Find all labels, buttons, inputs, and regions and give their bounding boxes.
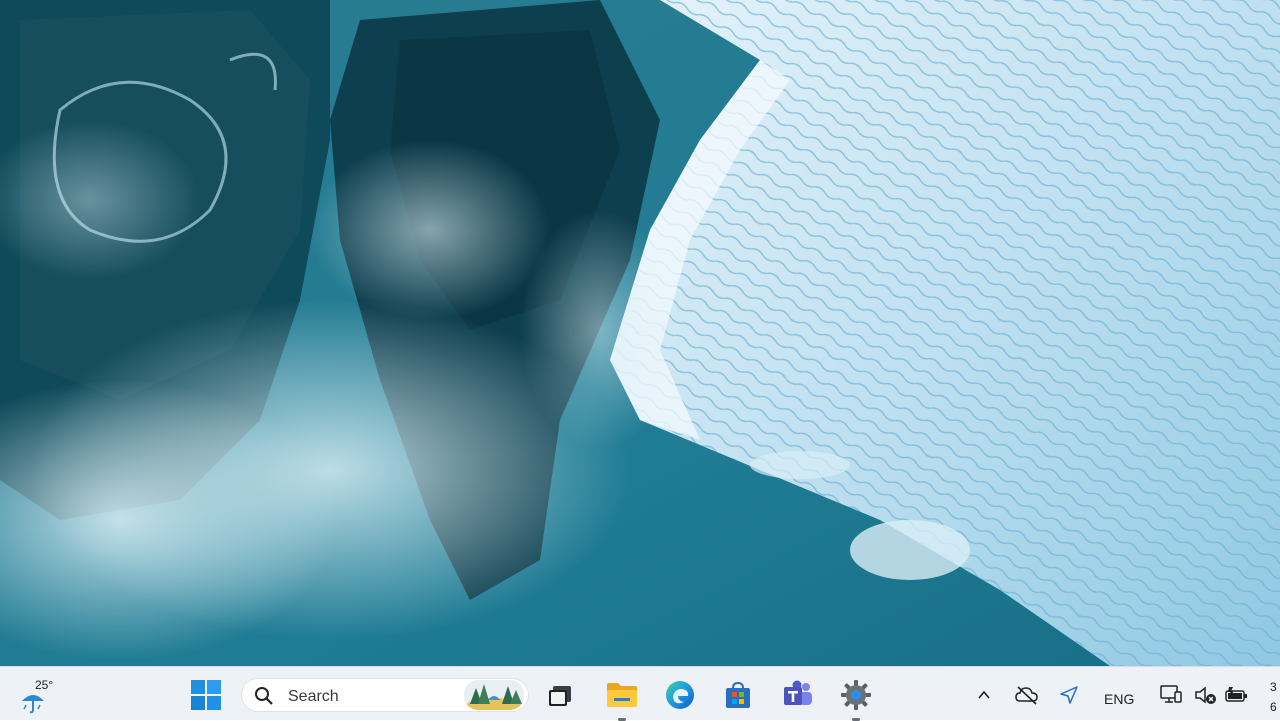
teams-button[interactable]	[781, 678, 815, 712]
desktop[interactable]	[0, 0, 1280, 666]
start-button[interactable]	[189, 678, 223, 712]
onedrive-button[interactable]	[1013, 681, 1041, 709]
task-view-button[interactable]	[543, 678, 577, 712]
edge-button[interactable]	[663, 678, 697, 712]
onedrive-offline-icon	[1015, 686, 1038, 705]
search-highlight-landscape-icon	[464, 680, 524, 710]
file-explorer-folder-icon	[607, 683, 637, 707]
search-highlight[interactable]	[464, 680, 524, 710]
location-arrow-icon	[1060, 686, 1078, 704]
taskbar: 25° Search ENG 3 6	[0, 666, 1280, 721]
settings-gear-icon	[841, 680, 871, 710]
search-label: Search	[288, 688, 339, 705]
clock-date: 6	[1270, 700, 1277, 714]
network-button[interactable]	[1157, 681, 1185, 709]
file-explorer-button[interactable]	[605, 678, 639, 721]
weather-widget[interactable]: 25°	[14, 675, 64, 715]
store-button[interactable]	[721, 678, 755, 712]
volume-muted-icon	[1195, 686, 1216, 704]
windows-start-icon	[191, 680, 221, 710]
clock-time: 3	[1270, 680, 1277, 694]
system-clock[interactable]: 3 6	[1270, 677, 1277, 717]
task-view-icon	[549, 686, 571, 706]
search-icon	[255, 687, 273, 705]
chevron-up-icon	[978, 690, 990, 699]
volume-button[interactable]	[1192, 681, 1220, 709]
battery-button[interactable]	[1222, 681, 1250, 709]
rain-umbrella-icon	[22, 695, 44, 714]
settings-button[interactable]	[839, 678, 873, 721]
location-button[interactable]	[1055, 681, 1083, 709]
store-bag-icon	[726, 681, 750, 708]
battery-icon	[1225, 687, 1247, 702]
network-monitor-icon	[1160, 685, 1182, 703]
input-language[interactable]: ENG	[1104, 691, 1134, 707]
teams-icon	[784, 680, 812, 705]
desktop-wallpaper	[0, 0, 1280, 666]
edge-browser-icon	[666, 681, 694, 709]
show-hidden-icons-button[interactable]	[970, 681, 998, 709]
search-box[interactable]: Search	[241, 678, 529, 712]
